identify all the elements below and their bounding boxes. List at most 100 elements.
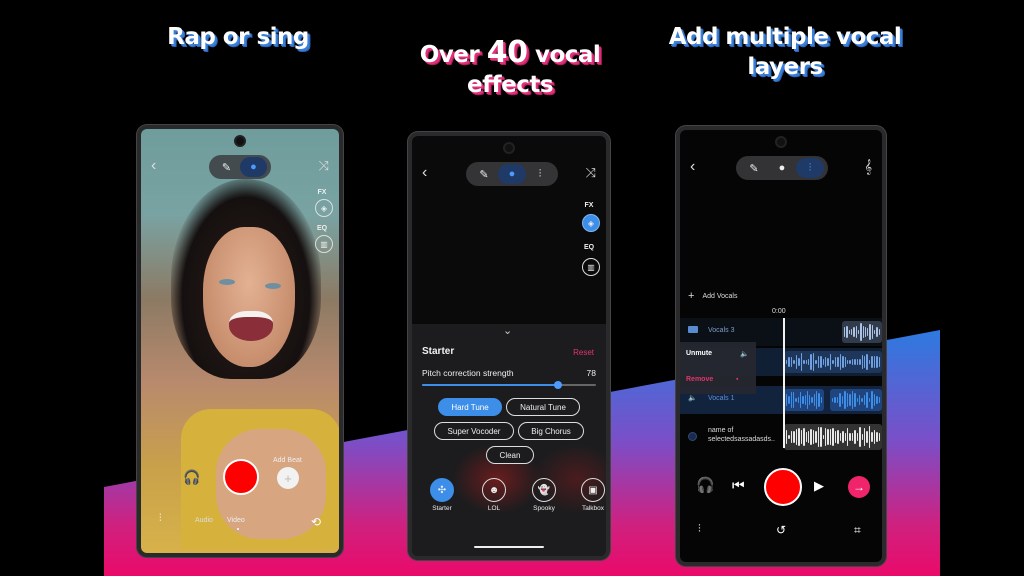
eq-label: EQ [583,244,595,251]
waveform-bar [878,357,881,367]
waveform-bar [849,394,851,406]
mixer-icon[interactable]: ⫶ [698,523,701,536]
edit-icon[interactable]: ✎ [740,158,768,178]
track-row[interactable]: name of selectedsassadasds.. [680,420,882,454]
mode-video-tab[interactable]: Video [227,517,245,524]
add-vocals-button[interactable]: + Add Vocals [688,290,737,302]
waveform-bar [793,431,795,443]
waveform-bar [846,392,849,408]
shuffle-icon[interactable]: ⤨ [319,158,329,174]
camera-flip-icon[interactable]: ⟲ [311,515,321,529]
preset-spooky[interactable]: 👻 Spooky [529,478,559,512]
waveform-bar [788,396,790,404]
record-button[interactable] [764,468,802,506]
chip-natural-tune[interactable]: Natural Tune [506,398,580,416]
play-icon[interactable]: ▶ [814,478,824,494]
waveform-clip[interactable] [842,321,882,343]
chip-hard-tune[interactable]: Hard Tune [438,398,502,416]
waveform-bar [810,429,812,445]
record-button[interactable] [223,459,259,495]
waveform-clip[interactable] [784,424,882,450]
waveform-icon[interactable]: ⫶ [526,164,554,184]
skip-back-icon[interactable]: ⏮ [732,477,745,494]
waveform-bar [825,428,827,446]
waveform-bar [846,360,849,364]
waveform-clip[interactable] [830,389,882,411]
chip-clean[interactable]: Clean [486,446,534,464]
waveform-bar [849,360,851,364]
edit-icon[interactable]: ✎ [213,157,240,177]
speaker-icon[interactable]: 🔈 [688,394,697,402]
waveform-bar [861,398,863,402]
waveform-bar [851,358,854,366]
waveform-bar [803,359,805,365]
preset-lol[interactable]: ☻ LOL [479,478,509,512]
fx-button[interactable]: ◈ [582,214,600,232]
metronome-icon[interactable]: 𝄞 [864,159,872,175]
waveform-bar [795,354,798,370]
waveform-bar [834,431,837,443]
mic-icon[interactable]: ● [240,157,267,177]
waveform-bar [807,359,810,365]
mode-switcher: ✎ ● ⫶ [736,156,828,180]
waveform-bar [818,392,820,408]
speaker-icon: 🔈 [740,351,749,358]
waveform-bar [839,354,842,370]
add-beat-button[interactable]: + [277,467,299,489]
pitch-correction-slider[interactable] [422,381,596,389]
headphones-icon[interactable]: 🎧 [183,469,200,486]
waveform-bar [795,398,797,402]
headline-text: Rap or sing [167,24,309,50]
mixer-icon[interactable]: ⫶ [159,513,162,524]
back-icon[interactable]: ‹ [151,157,156,175]
back-icon[interactable]: ‹ [422,164,427,182]
shuffle-icon[interactable]: ⤨ [586,165,596,181]
waveform-bar [802,396,804,404]
waveform-bar [834,356,837,368]
remove-menu-item[interactable]: Remove [686,376,713,383]
chip-big-chorus[interactable]: Big Chorus [518,422,584,440]
preset-starter[interactable]: ✣ Starter [427,478,457,512]
waveform-icon[interactable]: ⫶ [796,158,824,178]
mic-icon[interactable]: ● [498,164,526,184]
reset-button[interactable]: Reset [573,348,594,357]
track-select-icon[interactable] [688,432,697,441]
waveform-bar [876,432,878,442]
waveform-bar [797,397,799,403]
waveform-bar [820,355,822,369]
waveform-bar [816,390,818,410]
waveform-clip[interactable] [784,351,882,373]
pitch-correction-label: Pitch correction strength [422,368,514,378]
selected-mode-dot [237,528,239,530]
waveform-bar [786,429,788,445]
fx-button[interactable]: ◈ [315,199,333,217]
waveform-bar [848,329,850,335]
waveform-bar [854,358,856,366]
mic-icon[interactable]: ● [768,158,796,178]
fx-icon: ◈ [320,203,328,213]
waveform-bar [800,429,803,445]
waveform-bar [813,393,816,407]
crop-icon[interactable]: ⌗ [854,523,861,538]
waveform-bar [864,427,866,447]
back-icon[interactable]: ‹ [690,158,695,176]
mode-audio-tab[interactable]: Audio [195,517,213,524]
chevron-down-icon[interactable]: ⌄ [503,324,512,337]
chip-super-vocoder[interactable]: Super Vocoder [434,422,514,440]
slider-knob[interactable] [553,381,562,389]
headline-vocal-layers: Add multiple vocal layers [650,22,920,82]
preset-talkbox[interactable]: ▣ Talkbox [578,478,606,512]
unmute-menu-item[interactable]: Unmute [686,350,712,357]
undo-icon[interactable]: ↺ [776,523,786,537]
playhead[interactable] [783,318,785,448]
waveform-bar [829,353,832,371]
home-indicator[interactable] [474,546,544,548]
edit-icon[interactable]: ✎ [470,164,498,184]
preset-label: LOL [487,505,501,512]
next-button[interactable]: → [848,476,870,498]
eq-button[interactable]: ▥ [582,258,600,276]
headphones-icon[interactable]: 🎧 [696,476,715,494]
waveform-clip[interactable] [784,389,824,411]
waveform-bar [846,428,849,446]
eq-button[interactable]: ▥ [315,235,333,253]
